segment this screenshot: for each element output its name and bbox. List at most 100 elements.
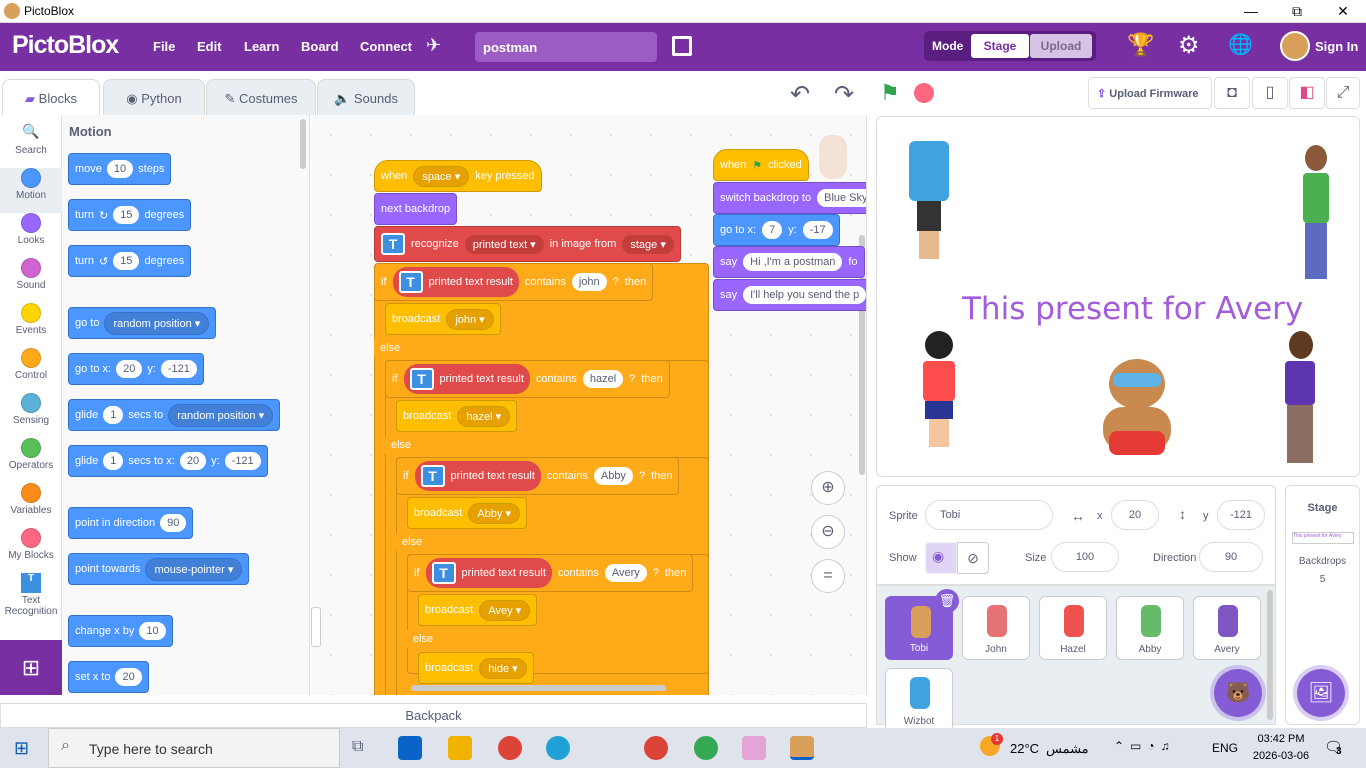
message-dropdown[interactable]: hide ▾	[479, 657, 527, 679]
outlook-icon[interactable]	[398, 736, 422, 760]
chrome-profile2-icon[interactable]	[694, 736, 718, 760]
point-direction-block[interactable]: point in direction 90	[68, 507, 194, 539]
menu-learn[interactable]: Learn	[244, 39, 279, 54]
y-input[interactable]: -17	[802, 221, 833, 239]
if-condition-row[interactable]: if Tprinted text result contains john? then	[374, 263, 654, 301]
message-dropdown[interactable]: Abby ▾	[468, 502, 520, 524]
upload-mode-button[interactable]: Upload	[1030, 34, 1092, 58]
when-key-pressed-block[interactable]: when space ▾ key pressed	[374, 160, 542, 192]
stage-canvas[interactable]: This present for Avery	[876, 116, 1360, 477]
set-x-block[interactable]: set x to 20	[68, 661, 149, 693]
contains-condition[interactable]: Tprinted text result	[425, 558, 552, 588]
secs-input[interactable]: 1	[103, 452, 124, 470]
say-input[interactable]: Hi ,I'm a postman	[743, 253, 843, 271]
contains-condition[interactable]: Tprinted text result	[403, 364, 530, 394]
position-dropdown[interactable]: random position ▾	[104, 311, 210, 335]
collapse-handle[interactable]	[311, 607, 321, 647]
point-towards-block[interactable]: point towards mouse-pointer ▾	[68, 553, 250, 585]
category-events[interactable]: Events	[0, 303, 62, 336]
sign-in-link[interactable]: Sign In	[1315, 39, 1358, 54]
zoom-in-icon[interactable]: ⊕	[811, 471, 845, 505]
backpack-bar[interactable]: Backpack	[0, 703, 867, 728]
chrome-profile-icon[interactable]	[644, 736, 668, 760]
turn-left-block[interactable]: turn ↺ 15 degrees	[68, 245, 192, 277]
paint-icon[interactable]	[742, 736, 766, 760]
script-workspace[interactable]: when space ▾ key pressed next backdrop Tre…	[311, 115, 867, 695]
file-explorer-icon[interactable]	[448, 736, 472, 760]
category-search[interactable]: 🔍 Search	[0, 123, 62, 156]
say-block[interactable]: say Hi ,I'm a postman fo	[713, 246, 865, 278]
project-name-input[interactable]: postman	[475, 32, 657, 62]
broadcast-block[interactable]: broadcast john ▾	[385, 303, 501, 335]
x-input[interactable]: 20	[179, 452, 207, 470]
source-dropdown[interactable]: stage ▾	[622, 234, 674, 254]
chrome-icon[interactable]	[498, 736, 522, 760]
tab-sounds[interactable]: 🔈 Sounds	[317, 79, 415, 115]
add-extension-button[interactable]: ⊞	[0, 640, 62, 695]
broadcast-block[interactable]: broadcast hazel ▾	[396, 400, 518, 432]
fullscreen-icon[interactable]: ⤢	[1326, 77, 1360, 109]
green-flag-icon[interactable]: ⚑	[880, 80, 900, 106]
menu-board[interactable]: Board	[301, 39, 339, 54]
say-block[interactable]: say I'll help you send the p	[713, 279, 866, 311]
clock-date[interactable]: 2026-03-06	[1250, 750, 1312, 762]
category-sensing[interactable]: Sensing	[0, 393, 62, 426]
tobi-bear-sprite[interactable]	[1099, 359, 1175, 471]
sprite-tile-hazel[interactable]: Hazel	[1039, 596, 1107, 660]
small-stage-icon[interactable]: ▯	[1252, 77, 1288, 109]
sprite-name-input[interactable]: Tobi	[925, 500, 1053, 530]
avery-sprite[interactable]	[1295, 145, 1335, 285]
category-motion[interactable]: Motion	[0, 168, 62, 213]
sprite-tile-wizbot[interactable]: Wizbot	[885, 668, 953, 732]
x-input[interactable]: 20	[1111, 500, 1159, 530]
backdrop-dropdown[interactable]: Blue Sky	[817, 189, 866, 207]
y-input[interactable]: -121	[160, 360, 197, 378]
zoom-out-icon[interactable]: ⊖	[811, 515, 845, 549]
sprite-tile-john[interactable]: John	[962, 596, 1030, 660]
sprite-list-scrollbar[interactable]	[1267, 590, 1273, 720]
menu-file[interactable]: File	[153, 39, 175, 54]
if-condition-row[interactable]: if Tprinted text result contains hazel? then	[385, 360, 670, 398]
trophy-icon[interactable]: 🏆	[1127, 32, 1154, 58]
stage-mode-button[interactable]: Stage	[971, 34, 1029, 58]
large-stage-icon[interactable]: ◧	[1289, 77, 1325, 109]
direction-input[interactable]: 90	[160, 514, 187, 532]
clock-time[interactable]: 03:42 PM	[1250, 733, 1312, 745]
category-control[interactable]: Control	[0, 348, 62, 381]
tab-costumes[interactable]: ✎ Costumes	[206, 79, 316, 115]
tab-blocks[interactable]: ▰ Blocks	[2, 79, 100, 115]
go-to-block[interactable]: go to random position ▾	[68, 307, 217, 339]
message-dropdown[interactable]: john ▾	[446, 308, 494, 330]
zoom-reset-icon[interactable]: =	[811, 559, 845, 593]
globe-icon[interactable]: 🌐	[1228, 32, 1253, 57]
x-input[interactable]: 20	[116, 360, 143, 378]
close-button[interactable]: ✕	[1320, 0, 1366, 23]
go-to-xy-block[interactable]: go to x: 7 y: -17	[713, 214, 840, 246]
glide-block[interactable]: glide 1 secs to random position ▾	[68, 399, 281, 431]
save-icon[interactable]	[672, 36, 692, 56]
windows-start-icon[interactable]: ⊞	[14, 738, 29, 759]
category-my-blocks[interactable]: My Blocks	[0, 528, 62, 561]
backdrop-thumbnail[interactable]: This present for Avery	[1292, 532, 1354, 544]
target-dropdown[interactable]: mouse-pointer ▾	[145, 557, 243, 581]
menu-connect[interactable]: Connect	[360, 39, 412, 54]
wizbot-sprite[interactable]	[899, 141, 959, 261]
camera-icon[interactable]: ◘	[1214, 77, 1250, 109]
extension-plug-icon[interactable]: ✈	[426, 35, 441, 56]
if-condition-row[interactable]: if Tprinted text result contains Avery? then	[407, 554, 694, 592]
name-input[interactable]: Abby	[593, 467, 633, 485]
category-variables[interactable]: Variables	[0, 483, 62, 516]
else-label[interactable]: else	[374, 337, 407, 359]
message-dropdown[interactable]: Avey ▾	[479, 599, 531, 621]
undo-icon[interactable]: ↶	[790, 80, 810, 109]
category-text-recognition[interactable]: T Text Recognition	[0, 573, 62, 617]
stop-icon[interactable]	[914, 83, 934, 103]
workspace-hscroll[interactable]	[411, 685, 666, 691]
x-input[interactable]: 20	[115, 668, 142, 686]
size-input[interactable]: 100	[1051, 542, 1119, 572]
recognize-text-block[interactable]: Trecognize printed text ▾ in image from sta…	[374, 226, 681, 262]
menu-edit[interactable]: Edit	[197, 39, 222, 54]
category-operators[interactable]: Operators	[0, 438, 62, 471]
else-label[interactable]: else	[407, 628, 440, 650]
go-to-xy-block[interactable]: go to x: 20 y: -121	[68, 353, 204, 385]
